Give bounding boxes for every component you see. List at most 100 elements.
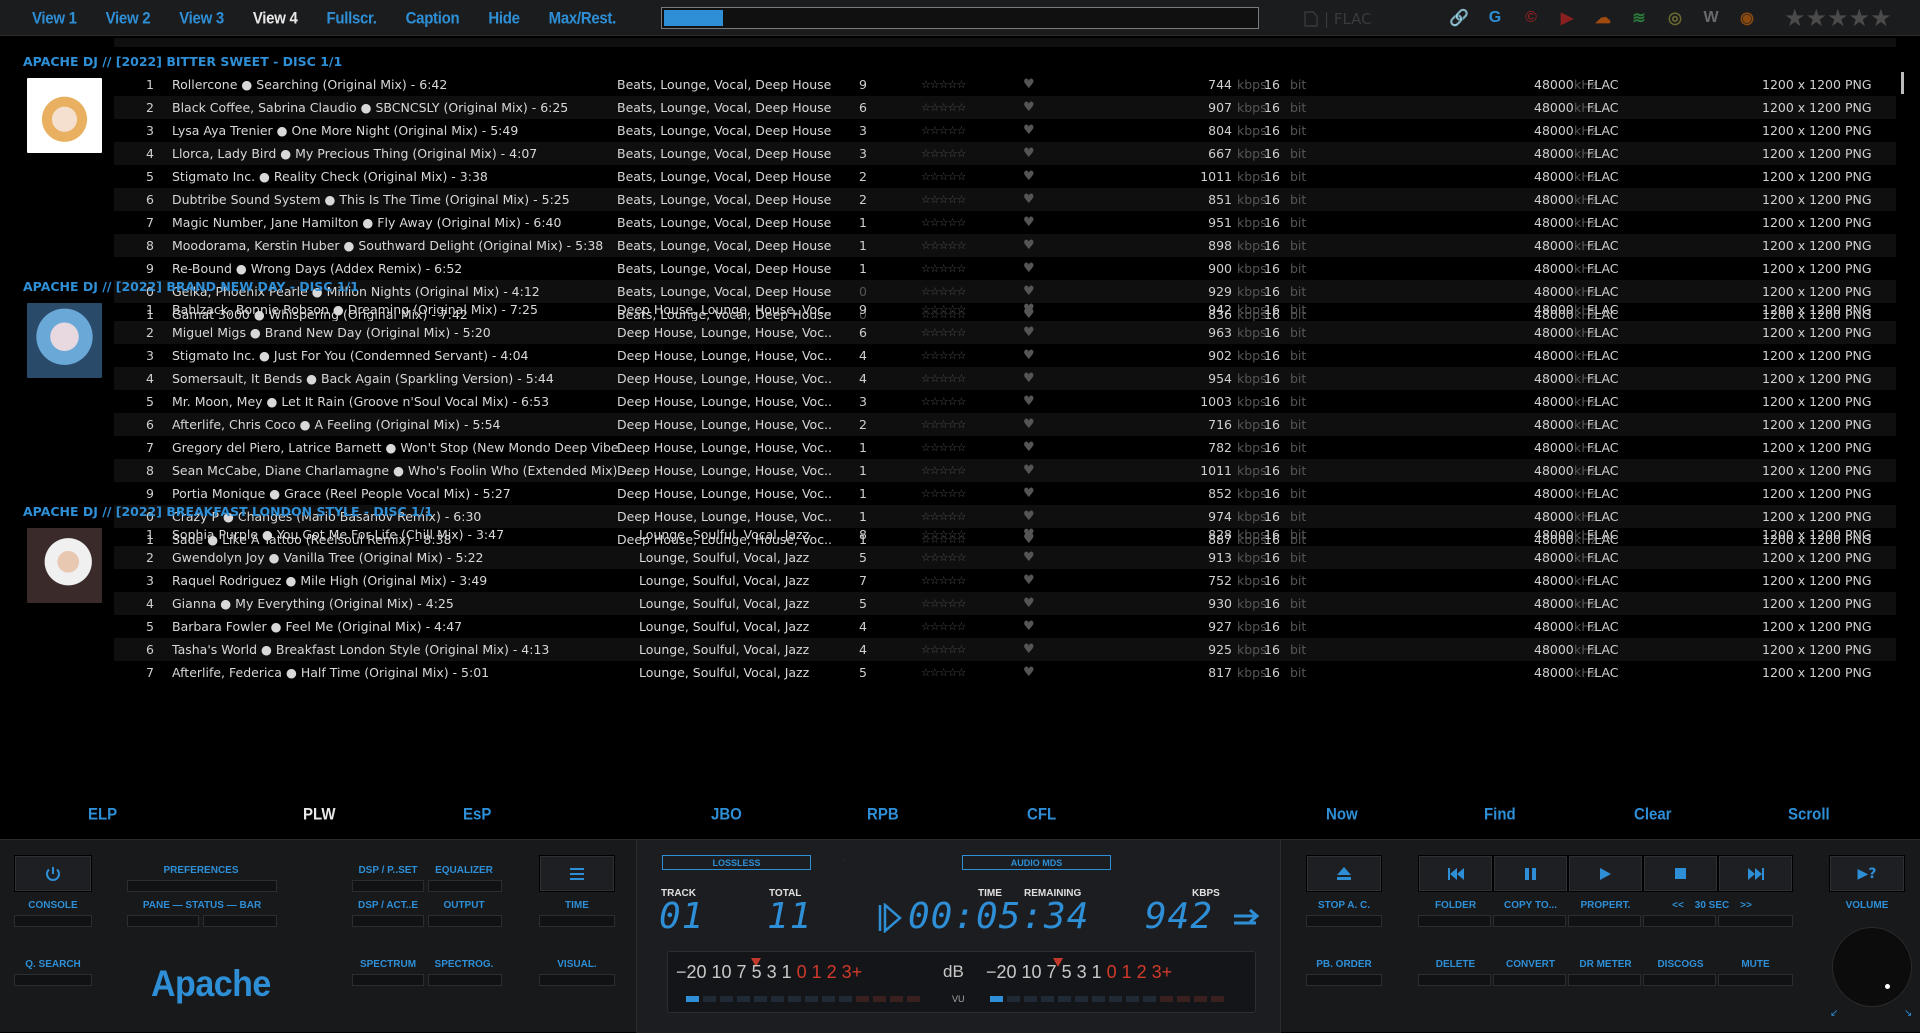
view-button-5[interactable]: Fullscr. — [327, 9, 377, 28]
heart-icon[interactable]: ♥ — [1023, 661, 1035, 684]
heart-icon[interactable]: ♥ — [1023, 638, 1035, 661]
visual-slot[interactable] — [539, 974, 615, 986]
track-row[interactable]: 9 Re-Bound ● Wrong Days (Addex Remix) - 6… — [114, 257, 1896, 280]
heart-icon[interactable]: ♥ — [1023, 119, 1035, 142]
track-row[interactable]: 8 Sean McCabe, Diane Charlamagne ● Who's … — [114, 459, 1896, 482]
spectrum-slot[interactable] — [352, 974, 424, 986]
delete-slot[interactable] — [1418, 974, 1491, 986]
seek-bar[interactable] — [661, 7, 1259, 29]
track-rating[interactable]: ☆☆☆☆☆ — [921, 234, 966, 257]
heart-icon[interactable]: ♥ — [1023, 523, 1035, 546]
q-search-slot[interactable] — [14, 974, 92, 986]
track-row[interactable]: 4 Somersault, It Bends ● Back Again (Spar… — [114, 367, 1896, 390]
time-slot[interactable] — [539, 915, 615, 927]
track-rating[interactable]: ☆☆☆☆☆ — [921, 165, 966, 188]
track-row[interactable]: 1 Bahlzack, Bonnie Robson ● Dreaming (Ori… — [114, 298, 1896, 321]
stop-button[interactable] — [1643, 855, 1718, 892]
google-icon[interactable]: G — [1484, 7, 1506, 29]
heart-icon[interactable]: ♥ — [1023, 211, 1035, 234]
heart-icon[interactable]: ♥ — [1023, 436, 1035, 459]
scrollbar-thumb[interactable] — [1901, 72, 1904, 94]
track-row[interactable]: 4 Gianna ● My Everything (Original Mix) -… — [114, 592, 1896, 615]
heart-icon[interactable]: ♥ — [1023, 344, 1035, 367]
discogs-slot[interactable] — [1643, 974, 1716, 986]
track-rating[interactable]: ☆☆☆☆☆ — [921, 142, 966, 165]
mute-slot[interactable] — [1718, 974, 1793, 986]
tab-now[interactable]: Now — [1326, 805, 1358, 824]
tab-scroll[interactable]: Scroll — [1788, 805, 1830, 824]
rating-star-4[interactable]: ★ — [1849, 6, 1871, 30]
seek-forward-label[interactable]: >> — [1736, 900, 1756, 911]
track-row[interactable]: 7 Afterlife, Federica ● Half Time (Origin… — [114, 661, 1896, 684]
track-rating[interactable]: ☆☆☆☆☆ — [921, 436, 966, 459]
tab-elp[interactable]: ELP — [88, 805, 117, 824]
heart-icon[interactable]: ♥ — [1023, 459, 1035, 482]
track-rating[interactable]: ☆☆☆☆☆ — [921, 298, 966, 321]
copy-to-slot[interactable] — [1493, 915, 1566, 927]
soundcloud-icon[interactable]: ☁ — [1592, 7, 1614, 29]
heart-icon[interactable]: ♥ — [1023, 165, 1035, 188]
track-row[interactable]: 6 Dubtribe Sound System ● This Is The Tim… — [114, 188, 1896, 211]
heart-icon[interactable]: ♥ — [1023, 73, 1035, 96]
partial-track-row[interactable] — [114, 38, 1896, 47]
track-rating[interactable]: ☆☆☆☆☆ — [921, 413, 966, 436]
track-rating[interactable]: ☆☆☆☆☆ — [921, 96, 966, 119]
discogs-icon[interactable]: ◎ — [1664, 7, 1686, 29]
track-rating[interactable]: ☆☆☆☆☆ — [921, 73, 966, 96]
track-rating[interactable]: ☆☆☆☆☆ — [921, 367, 966, 390]
seek-back-label[interactable]: << — [1668, 900, 1688, 911]
track-row[interactable]: 8 Moodorama, Kerstin Huber ● Southward De… — [114, 234, 1896, 257]
track-row[interactable]: 5 Mr. Moon, Mey ● Let It Rain (Groove n'S… — [114, 390, 1896, 413]
album-cover[interactable] — [27, 78, 102, 153]
power-button[interactable] — [14, 855, 92, 892]
heart-icon[interactable]: ♥ — [1023, 413, 1035, 436]
heart-icon[interactable]: ♥ — [1023, 390, 1035, 413]
track-row[interactable]: 7 Gregory del Piero, Latrice Barnett ● Wo… — [114, 436, 1896, 459]
play-button[interactable] — [1568, 855, 1643, 892]
track-rating[interactable]: ☆☆☆☆☆ — [921, 390, 966, 413]
track-row[interactable]: 2 Gwendolyn Joy ● Vanilla Tree (Original … — [114, 546, 1896, 569]
heart-icon[interactable]: ♥ — [1023, 569, 1035, 592]
seek-back-slot[interactable] — [1643, 915, 1716, 927]
rating-stars[interactable]: ★ ★ ★ ★ ★ — [1784, 6, 1892, 30]
track-row[interactable]: 1 Rollercone ● Searching (Original Mix) -… — [114, 73, 1896, 96]
track-rating[interactable]: ☆☆☆☆☆ — [921, 459, 966, 482]
rating-star-2[interactable]: ★ — [1806, 6, 1828, 30]
track-row[interactable]: 3 Lysa Aya Trenier ● One More Night (Orig… — [114, 119, 1896, 142]
preferences-slot[interactable] — [127, 880, 277, 892]
tab-plw[interactable]: PLW — [303, 805, 336, 824]
track-row[interactable]: 1 Sophia Purple ● You Got Me For Life (Ch… — [114, 523, 1896, 546]
next-button[interactable] — [1718, 855, 1793, 892]
rating-star-5[interactable]: ★ — [1870, 6, 1892, 30]
track-rating[interactable]: ☆☆☆☆☆ — [921, 592, 966, 615]
heart-icon[interactable]: ♥ — [1023, 142, 1035, 165]
equalizer-slot[interactable] — [428, 880, 502, 892]
view-button-8[interactable]: Max/Rest. — [549, 9, 617, 28]
propert-slot[interactable] — [1568, 915, 1641, 927]
console-slot[interactable] — [14, 915, 92, 927]
track-rating[interactable]: ☆☆☆☆☆ — [921, 661, 966, 684]
track-row[interactable]: 4 Llorca, Lady Bird ● My Precious Thing (… — [114, 142, 1896, 165]
help-button[interactable]: ▶? — [1829, 855, 1905, 892]
tab-clear[interactable]: Clear — [1634, 805, 1672, 824]
rating-star-3[interactable]: ★ — [1827, 6, 1849, 30]
chain-link-icon[interactable]: 🔗 — [1448, 7, 1470, 29]
heart-icon[interactable]: ♥ — [1023, 367, 1035, 390]
tab-find[interactable]: Find — [1484, 805, 1516, 824]
track-row[interactable]: 6 Tasha's World ● Breakfast London Style … — [114, 638, 1896, 661]
track-rating[interactable]: ☆☆☆☆☆ — [921, 569, 966, 592]
pb-order-slot[interactable] — [1306, 974, 1382, 986]
pause-button[interactable] — [1493, 855, 1568, 892]
track-row[interactable]: 2 Miguel Migs ● Brand New Day (Original M… — [114, 321, 1896, 344]
spotify-icon[interactable]: ≋ — [1628, 7, 1650, 29]
track-rating[interactable]: ☆☆☆☆☆ — [921, 119, 966, 142]
track-row[interactable]: 3 Stigmato Inc. ● Just For You (Condemned… — [114, 344, 1896, 367]
playlist-scrollbar[interactable] — [1896, 38, 1910, 791]
heart-icon[interactable]: ♥ — [1023, 96, 1035, 119]
playlist-view[interactable]: APACHE DJ // [2022] BITTER SWEET - DISC … — [0, 38, 1896, 791]
view-button-6[interactable]: Caption — [406, 9, 460, 28]
track-rating[interactable]: ☆☆☆☆☆ — [921, 638, 966, 661]
dsp-pset-slot[interactable] — [352, 880, 424, 892]
heart-icon[interactable]: ♥ — [1023, 546, 1035, 569]
track-rating[interactable]: ☆☆☆☆☆ — [921, 615, 966, 638]
